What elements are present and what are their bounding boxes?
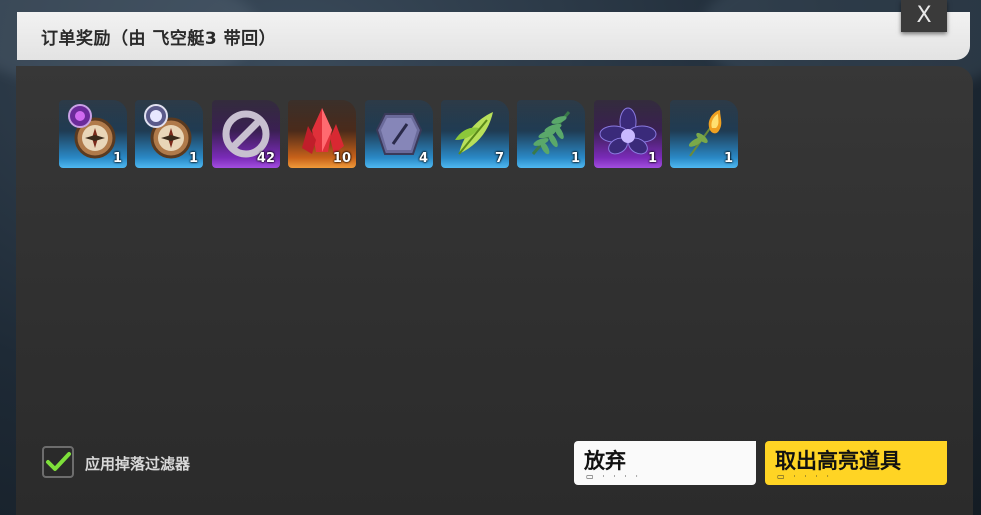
item-quantity: 1 <box>647 151 657 166</box>
reward-item[interactable]: 1 <box>670 100 738 168</box>
item-quantity: 42 <box>256 151 275 166</box>
item-quantity: 1 <box>723 151 733 166</box>
filter-label: 应用掉落过滤器 <box>85 455 191 473</box>
checkmark-icon <box>46 452 71 471</box>
reward-item[interactable]: 1 <box>517 100 585 168</box>
filter-checkbox[interactable] <box>42 446 74 478</box>
item-quantity: 7 <box>494 151 504 166</box>
reward-item[interactable]: 1 <box>594 100 662 168</box>
reward-item[interactable]: 7 <box>441 100 509 168</box>
item-quantity: 1 <box>570 151 580 166</box>
take-highlighted-items-button[interactable]: 取出高亮道具 ▭ · · · · <box>765 441 947 485</box>
keybind-hint: ▭ · · · · <box>586 472 641 481</box>
close-button[interactable]: X <box>901 0 947 32</box>
reward-item[interactable]: 4 <box>365 100 433 168</box>
reward-item[interactable]: 42 <box>212 100 280 168</box>
item-quantity: 1 <box>188 151 198 166</box>
item-quantity: 10 <box>332 151 351 166</box>
reward-item[interactable]: 10 <box>288 100 356 168</box>
item-quantity: 4 <box>418 151 428 166</box>
dialog-title-bar: 订单奖励（由 飞空艇3 带回） <box>17 12 970 60</box>
abandon-button-label: 放弃 <box>584 449 626 473</box>
reward-item[interactable]: 1 <box>135 100 203 168</box>
reward-item[interactable]: 1 <box>59 100 127 168</box>
dialog-title: 订单奖励（由 飞空艇3 带回） <box>41 29 277 49</box>
keybind-hint: ▭ · · · · <box>777 472 832 481</box>
take-button-label: 取出高亮道具 <box>775 449 901 473</box>
item-quantity: 1 <box>112 151 122 166</box>
abandon-button[interactable]: 放弃 ▭ · · · · <box>574 441 756 485</box>
